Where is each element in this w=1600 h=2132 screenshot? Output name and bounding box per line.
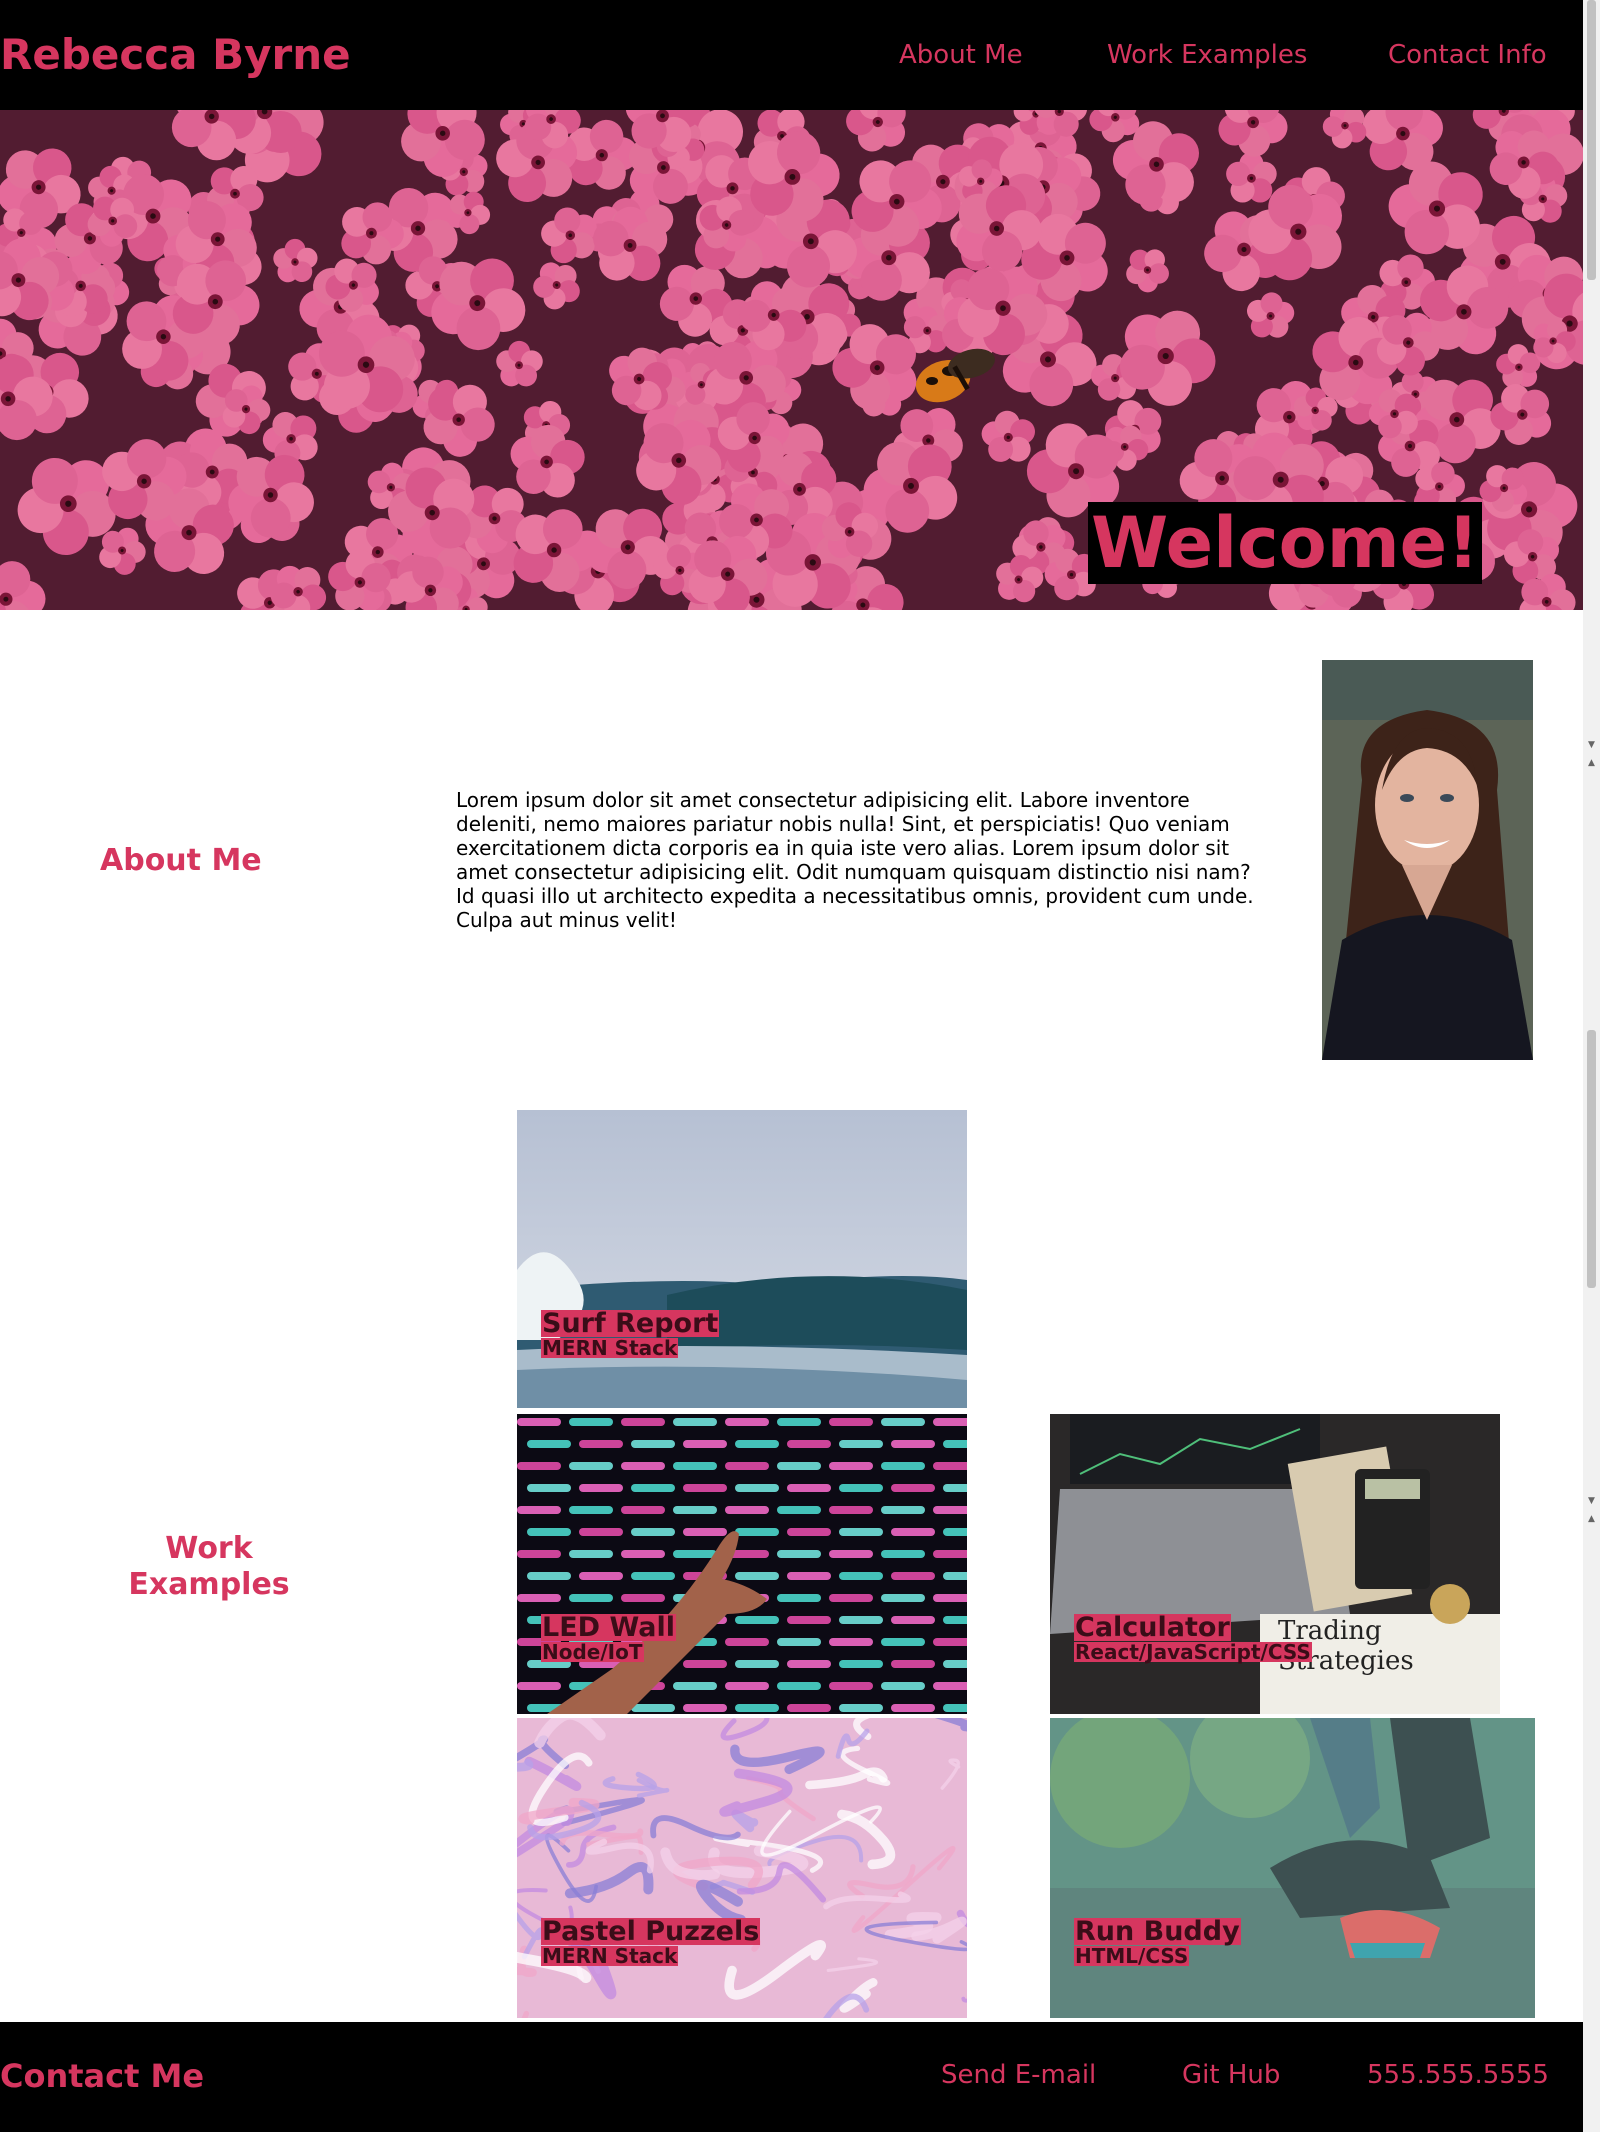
github-link[interactable]: Git Hub: [1182, 2060, 1280, 2090]
runner-photo: [1050, 1718, 1535, 2018]
project-card-led-wall[interactable]: LED Wall Node/IoT: [517, 1414, 967, 1714]
nav-about-me[interactable]: About Me: [899, 40, 1023, 70]
scroll-up-icon[interactable]: ▲: [1588, 1514, 1595, 1524]
project-card-calculator[interactable]: Trading Strategies Calculator React/JavaS…: [1050, 1414, 1500, 1714]
work-heading: Work Examples: [128, 1531, 290, 1602]
led-photo: [517, 1414, 967, 1714]
project-stack: Node/IoT: [541, 1640, 644, 1664]
project-card-run-buddy[interactable]: Run Buddy HTML/CSS: [1050, 1718, 1535, 2018]
portfolio-page: Rebecca Byrne About Me Work Examples Con…: [0, 0, 1583, 2132]
nav-work-examples[interactable]: Work Examples: [1107, 40, 1307, 70]
footer-title: Contact Me: [0, 2057, 205, 2095]
scroll-down-icon[interactable]: ▼: [1588, 1496, 1595, 1506]
scrollbar-thumb[interactable]: [1587, 0, 1596, 280]
project-stack: MERN Stack: [541, 1944, 679, 1968]
pastel-photo: [517, 1718, 967, 2018]
hero-banner: Welcome!: [0, 110, 1583, 610]
nav-contact-info[interactable]: Contact Info: [1388, 40, 1547, 70]
site-footer: Contact Me Send E-mail Git Hub 555.555.5…: [0, 2022, 1583, 2132]
project-title: Run Buddy: [1074, 1916, 1241, 1947]
project-stack: React/JavaScript/CSS: [1074, 1640, 1312, 1664]
site-header: Rebecca Byrne About Me Work Examples Con…: [0, 0, 1583, 110]
about-text: Lorem ipsum dolor sit amet consectetur a…: [456, 788, 1254, 932]
project-title: Calculator: [1074, 1612, 1231, 1643]
scroll-down-icon[interactable]: ▼: [1588, 740, 1595, 750]
send-email-link[interactable]: Send E-mail: [941, 2060, 1096, 2090]
project-card-pastel-puzzels[interactable]: Pastel Puzzels MERN Stack: [517, 1718, 967, 2018]
portrait-photo: [1322, 660, 1533, 1060]
project-title: LED Wall: [541, 1612, 677, 1643]
brand-name[interactable]: Rebecca Byrne: [0, 30, 351, 79]
phone-link[interactable]: 555.555.5555: [1367, 2060, 1549, 2090]
project-card-surf-report[interactable]: Surf Report MERN Stack: [517, 1110, 967, 1408]
inner-scrollbar-thumb[interactable]: [1587, 1030, 1596, 1288]
about-heading: About Me: [100, 843, 262, 878]
project-title: Surf Report: [541, 1308, 720, 1339]
welcome-banner: Welcome!: [1088, 502, 1482, 584]
project-title: Pastel Puzzels: [541, 1916, 761, 1947]
project-stack: MERN Stack: [541, 1336, 679, 1360]
scroll-up-icon[interactable]: ▲: [1588, 758, 1595, 768]
wave-photo: [517, 1110, 967, 1408]
project-stack: HTML/CSS: [1074, 1944, 1190, 1968]
calculator-photo: Trading Strategies: [1050, 1414, 1500, 1714]
